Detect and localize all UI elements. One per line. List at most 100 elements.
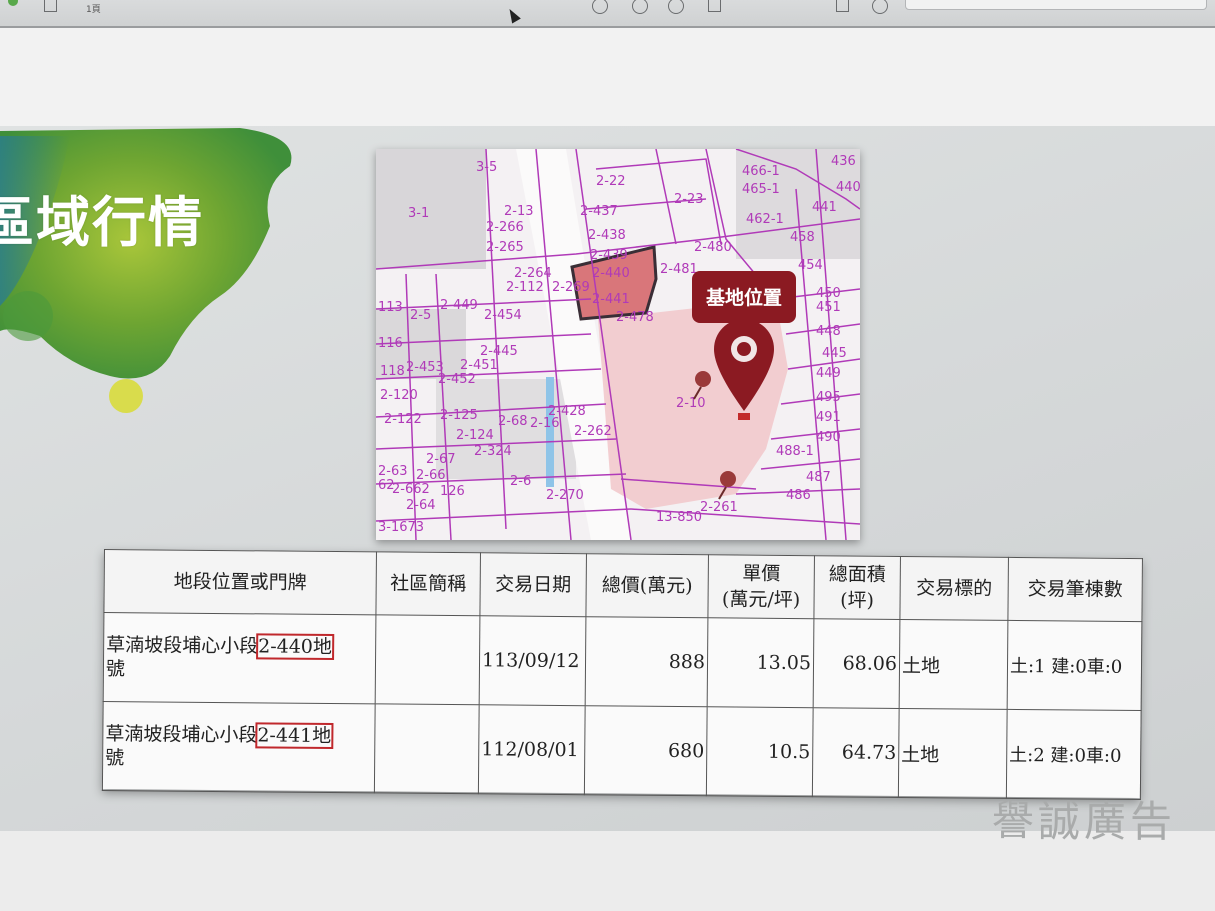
svg-text:2-68: 2-68 bbox=[498, 414, 528, 429]
svg-text:2-454: 2-454 bbox=[484, 308, 522, 323]
svg-text:2-480: 2-480 bbox=[694, 240, 732, 255]
svg-text:13-850: 13-850 bbox=[656, 510, 702, 525]
svg-text:450: 450 bbox=[816, 286, 841, 301]
svg-text:2-124: 2-124 bbox=[456, 428, 494, 443]
transaction-table: 地段位置或門牌 社區簡稱 交易日期 總價(萬元) 單價 (萬元/坪) 總面積 (… bbox=[101, 549, 1143, 800]
watercolor-decoration bbox=[0, 128, 292, 413]
svg-text:488-1: 488-1 bbox=[776, 444, 814, 459]
svg-text:2-662: 2-662 bbox=[392, 482, 430, 497]
svg-text:2-5: 2-5 bbox=[410, 308, 431, 323]
cell-community bbox=[375, 614, 480, 705]
location-text: 草湳坡段埔心小段 bbox=[105, 723, 258, 747]
svg-text:2-261: 2-261 bbox=[700, 500, 738, 515]
page-margin-top bbox=[0, 28, 1215, 126]
location-text: 草湳坡段埔心小段 bbox=[106, 634, 259, 658]
svg-text:495: 495 bbox=[816, 390, 841, 405]
info-icon[interactable] bbox=[592, 0, 608, 14]
svg-text:2-23: 2-23 bbox=[674, 192, 704, 207]
slide-title: 區域行情 bbox=[0, 191, 204, 254]
svg-text:2-264: 2-264 bbox=[514, 266, 552, 281]
svg-text:2-10: 2-10 bbox=[676, 396, 706, 411]
svg-text:2-13: 2-13 bbox=[504, 204, 534, 219]
svg-text:2-112: 2-112 bbox=[506, 280, 544, 295]
svg-text:2-324: 2-324 bbox=[474, 444, 512, 459]
svg-text:113: 113 bbox=[378, 300, 403, 315]
svg-text:116: 116 bbox=[378, 336, 403, 351]
cell-area: 68.06 bbox=[813, 618, 900, 709]
svg-text:2-262: 2-262 bbox=[574, 424, 612, 439]
rotate-icon[interactable] bbox=[872, 0, 888, 14]
cell-area: 64.73 bbox=[812, 707, 900, 798]
cell-target: 土地 bbox=[898, 708, 1008, 799]
table-row: 草湳坡段埔心小段2-440地號 113/09/12 888 13.05 68.0… bbox=[103, 612, 1142, 711]
cell-date: 113/09/12 bbox=[479, 615, 586, 706]
svg-text:3-1: 3-1 bbox=[408, 206, 429, 221]
svg-text:486: 486 bbox=[786, 488, 811, 503]
svg-text:466-1: 466-1 bbox=[742, 164, 780, 179]
watermark-text: 譽誠廣告 bbox=[992, 797, 1177, 846]
page-indicator: 1頁 bbox=[86, 5, 101, 15]
svg-text:118: 118 bbox=[380, 364, 405, 379]
col-header-target: 交易標的 bbox=[899, 556, 1009, 621]
col-header-count: 交易筆棟數 bbox=[1007, 557, 1143, 622]
svg-text:2-449: 2-449 bbox=[440, 298, 478, 313]
cell-location: 草湳坡段埔心小段2-440地號 bbox=[103, 612, 376, 704]
svg-text:445: 445 bbox=[822, 346, 847, 361]
svg-text:436: 436 bbox=[831, 154, 856, 169]
svg-text:487: 487 bbox=[806, 470, 831, 485]
svg-text:458: 458 bbox=[790, 230, 815, 245]
zoom-out-icon[interactable] bbox=[632, 0, 648, 14]
parcel-map-canvas: 3-5 2-22 2-23 3-1 2-13 2-437 2-266 2-265… bbox=[376, 149, 860, 540]
svg-text:451: 451 bbox=[816, 300, 841, 315]
svg-text:465-1: 465-1 bbox=[742, 182, 780, 197]
share-icon[interactable] bbox=[708, 0, 721, 12]
cell-date: 112/08/01 bbox=[478, 704, 586, 795]
svg-text:449: 449 bbox=[816, 366, 841, 381]
cell-unit-price: 13.05 bbox=[707, 617, 814, 708]
svg-text:2-67: 2-67 bbox=[426, 452, 456, 467]
col-header-total: 總價(萬元) bbox=[585, 553, 709, 618]
svg-text:2-120: 2-120 bbox=[380, 388, 418, 403]
parcel-number-highlight: 2-441地 bbox=[255, 722, 334, 750]
cell-unit-price: 10.5 bbox=[706, 706, 814, 797]
col-header-location: 地段位置或門牌 bbox=[103, 549, 377, 615]
svg-text:2-66: 2-66 bbox=[416, 468, 446, 483]
cell-location: 草湳坡段埔心小段2-441地號 bbox=[102, 701, 376, 793]
col-header-area: 總面積 (坪) bbox=[813, 555, 901, 620]
marker-label: 基地位置 bbox=[705, 287, 782, 309]
svg-text:2-122: 2-122 bbox=[384, 412, 422, 427]
cell-count: 土:2 建:0車:0 bbox=[1006, 709, 1142, 800]
svg-text:2-63: 2-63 bbox=[378, 464, 408, 479]
col-header-community: 社區簡稱 bbox=[375, 551, 481, 616]
svg-text:2-452: 2-452 bbox=[438, 372, 476, 387]
svg-text:462-1: 462-1 bbox=[746, 212, 784, 227]
table-row: 草湳坡段埔心小段2-441地號 112/08/01 680 10.5 64.73… bbox=[102, 701, 1142, 800]
svg-text:2-439: 2-439 bbox=[590, 248, 628, 263]
location-suffix: 號 bbox=[105, 747, 125, 770]
svg-text:2-266: 2-266 bbox=[486, 220, 524, 235]
zoom-in-icon[interactable] bbox=[668, 0, 684, 14]
svg-text:2-16: 2-16 bbox=[530, 416, 560, 431]
cell-total: 888 bbox=[585, 616, 708, 707]
cell-total: 680 bbox=[584, 705, 708, 796]
search-input[interactable] bbox=[905, 0, 1207, 10]
svg-text:441: 441 bbox=[812, 200, 837, 215]
svg-text:2-270: 2-270 bbox=[546, 488, 584, 503]
col-header-date: 交易日期 bbox=[479, 552, 587, 617]
parcel-number-highlight: 2-440地 bbox=[256, 633, 335, 661]
svg-text:2-441: 2-441 bbox=[592, 292, 630, 307]
cell-target: 土地 bbox=[899, 619, 1008, 710]
svg-text:2-481: 2-481 bbox=[660, 262, 698, 277]
location-suffix: 號 bbox=[105, 658, 126, 681]
svg-text:126: 126 bbox=[440, 484, 465, 499]
svg-text:2-22: 2-22 bbox=[596, 174, 626, 189]
svg-text:2-445: 2-445 bbox=[480, 344, 518, 359]
svg-text:2-269: 2-269 bbox=[552, 280, 590, 295]
sidebar-toggle-icon[interactable] bbox=[44, 0, 57, 12]
svg-text:490: 490 bbox=[816, 430, 841, 445]
svg-text:2-438: 2-438 bbox=[588, 228, 626, 243]
markup-icon[interactable] bbox=[836, 0, 849, 12]
svg-text:2-265: 2-265 bbox=[486, 240, 524, 255]
window-control-icon[interactable] bbox=[8, 0, 18, 6]
svg-text:2-440: 2-440 bbox=[592, 266, 630, 281]
